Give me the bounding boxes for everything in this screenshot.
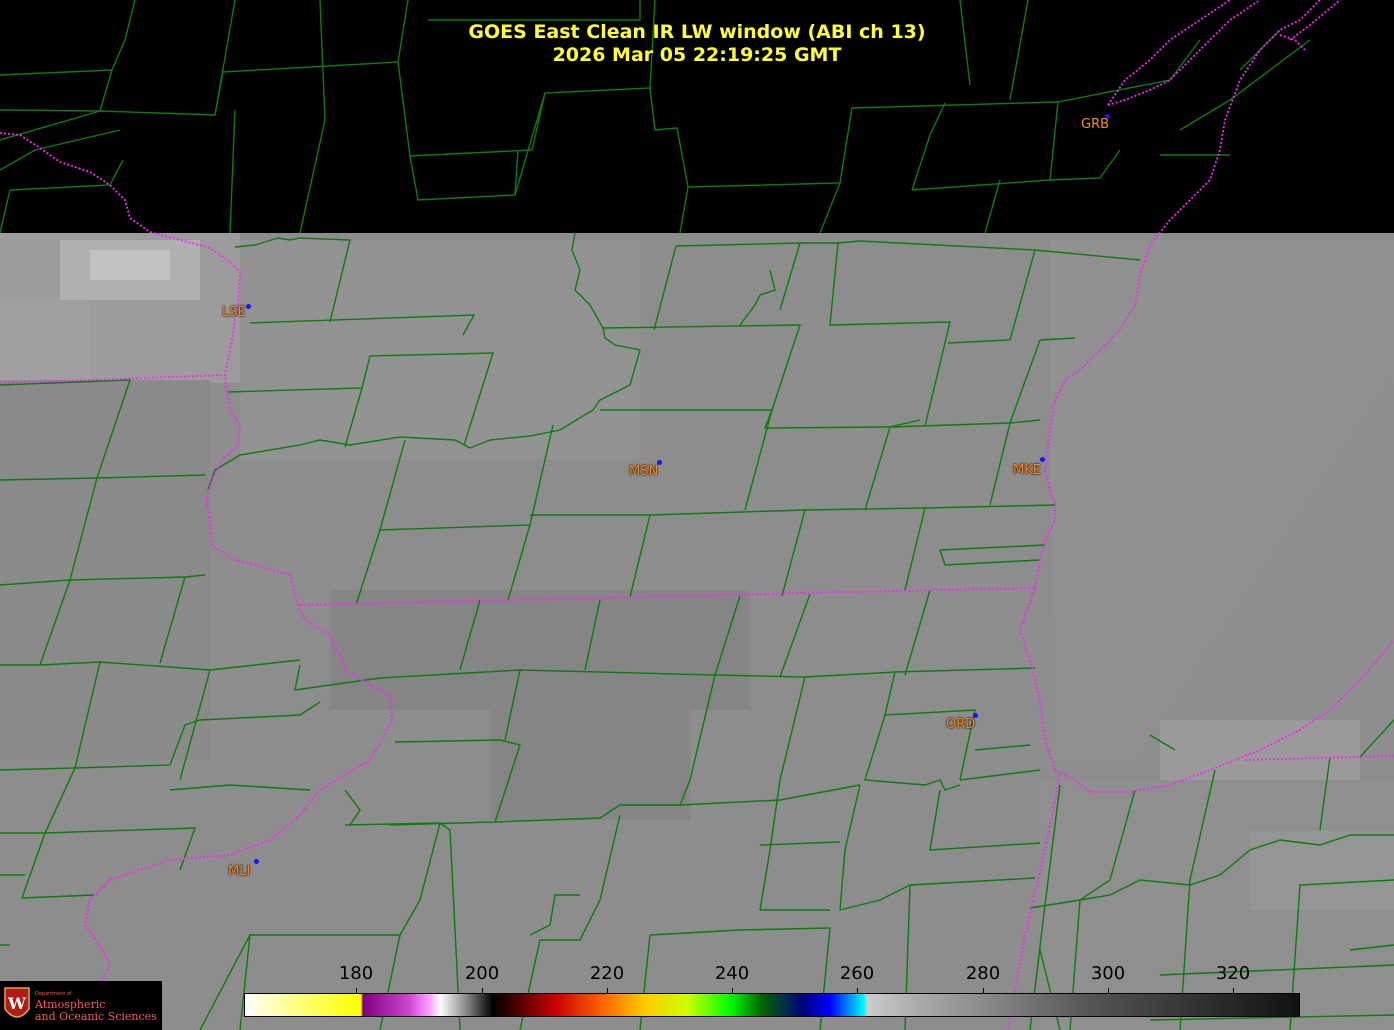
colorbar-tick-label: 280 <box>965 963 1001 984</box>
logo-oceanic-text: and Oceanic Sciences <box>35 1010 157 1023</box>
station-label-grb: GRB <box>1081 117 1110 132</box>
station-dot-mke <box>1040 457 1045 462</box>
colorbar-tick-label: 260 <box>839 963 875 984</box>
colorbar-tick-label: 180 <box>338 963 374 984</box>
logo-seal-letter: W <box>7 994 27 1013</box>
title-line2: 2026 Mar 05 22:19:25 GMT <box>552 44 842 66</box>
uw-crest-icon: W <box>4 987 30 1018</box>
station-dot-mli <box>254 859 259 864</box>
colorbar-tick-label: 300 <box>1090 963 1126 984</box>
station-label-msn: MSN <box>629 464 659 479</box>
satellite-map <box>0 0 1394 1030</box>
station-label-mke: MKE <box>1013 463 1041 478</box>
station-label-lse: LSE <box>222 305 246 320</box>
station-label-mli: MLI <box>228 864 251 879</box>
colorbar-tick-label: 320 <box>1215 963 1251 984</box>
station-dot-lse <box>246 304 251 309</box>
temperature-colorbar <box>244 993 1300 1017</box>
colorbar-tick-label: 220 <box>589 963 625 984</box>
aos-logo: W Department of Atmospheric and Oceanic … <box>0 981 162 1030</box>
title-line1: GOES East Clean IR LW window (ABI ch 13) <box>468 21 926 43</box>
station-label-ord: ORD <box>946 717 976 732</box>
colorbar-tick-label: 240 <box>714 963 750 984</box>
logo-dept-text: Department of <box>35 991 72 997</box>
colorbar-tick-label: 200 <box>464 963 500 984</box>
